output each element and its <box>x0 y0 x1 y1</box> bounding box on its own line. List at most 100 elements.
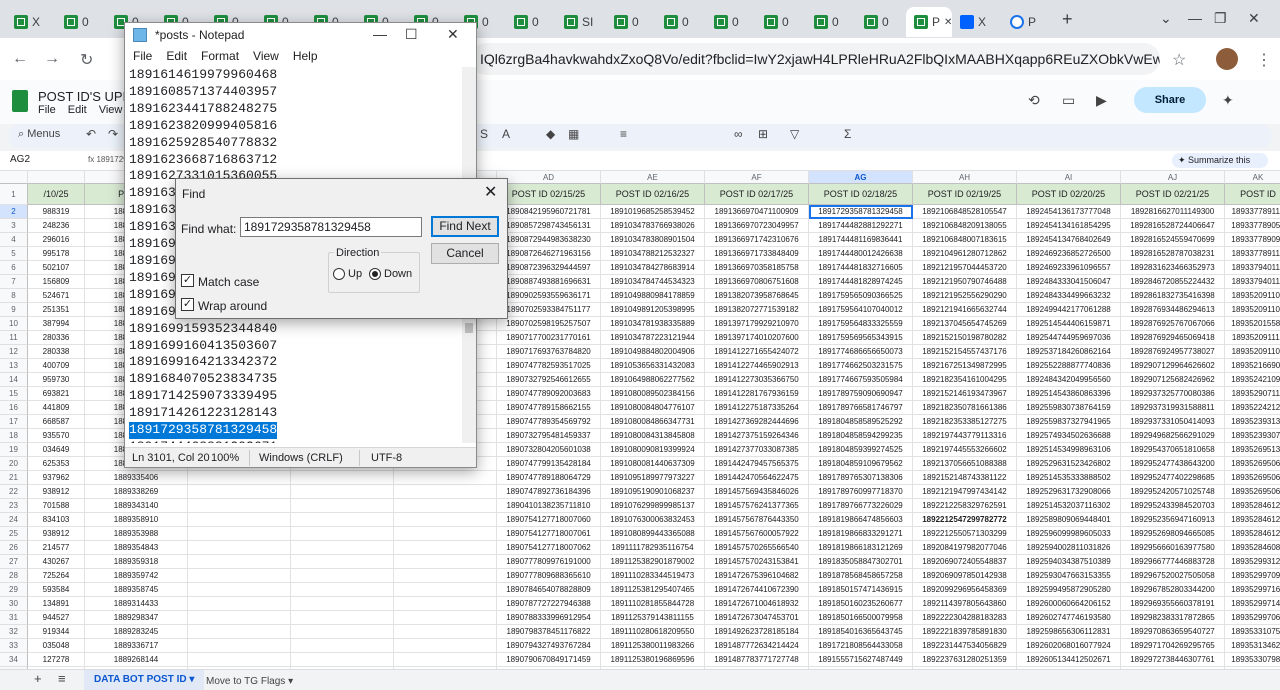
table-cell[interactable]: 1890777809688365610 <box>497 569 601 583</box>
row-header[interactable]: 32 <box>0 625 28 639</box>
row-header[interactable]: 8 <box>0 289 28 303</box>
table-cell[interactable]: 1891472671004618932 <box>705 597 809 611</box>
table-cell[interactable]: 1891397174010207600 <box>705 331 809 345</box>
table-cell[interactable]: 127278 <box>28 653 85 667</box>
table-cell[interactable]: 1891789766773226029 <box>809 499 913 513</box>
table-cell[interactable]: 1892937319931588811 <box>1121 401 1225 415</box>
table-cell[interactable]: 1892593047663153355 <box>1017 569 1121 583</box>
table-cell[interactable]: 248236 <box>28 219 85 233</box>
table-cell[interactable]: 1892982383317872865 <box>1121 611 1225 625</box>
table-cell[interactable]: 1892499442177061288 <box>1017 303 1121 317</box>
browser-tab[interactable]: 0 <box>506 7 556 37</box>
table-cell[interactable]: 937962 <box>28 471 85 485</box>
table-cell[interactable]: 1892152154557437176 <box>913 345 1017 359</box>
table-cell[interactable]: 189352846087 <box>1225 541 1280 555</box>
table-cell[interactable] <box>394 527 497 541</box>
table-cell[interactable]: 1889338269 <box>85 485 188 499</box>
table-cell[interactable]: 189352695065 <box>1225 457 1280 471</box>
table-cell[interactable]: 1889359318 <box>85 555 188 569</box>
table-cell[interactable]: 1892537184260862164 <box>1017 345 1121 359</box>
table-cell[interactable]: 1892876925767067066 <box>1121 317 1225 331</box>
table-cell[interactable]: 524671 <box>28 289 85 303</box>
table-cell[interactable]: 1891366970723049957 <box>705 219 809 233</box>
table-cell[interactable]: 1891744481832716605 <box>809 261 913 275</box>
table-cell[interactable] <box>291 597 394 611</box>
table-cell[interactable]: 1890717693763784820 <box>497 345 601 359</box>
table-cell[interactable]: 1891457569435846026 <box>705 485 809 499</box>
table-cell[interactable]: 935570 <box>28 429 85 443</box>
table-cell[interactable]: 1892152150198780282 <box>913 331 1017 345</box>
table-cell[interactable]: 034649 <box>28 443 85 457</box>
table-cell[interactable]: 189352242121 <box>1225 401 1280 415</box>
table-cell[interactable]: 1891080084804776107 <box>601 401 705 415</box>
column-header[interactable]: AE <box>601 171 705 184</box>
table-cell[interactable]: 1891789759090690947 <box>809 387 913 401</box>
column-header[interactable]: AK <box>1225 171 1280 184</box>
row-header[interactable]: 25 <box>0 527 28 541</box>
table-cell[interactable]: 1892182350781661386 <box>913 401 1017 415</box>
browser-tab[interactable]: P <box>1002 7 1052 37</box>
functions-icon[interactable]: Σ <box>844 127 851 141</box>
table-cell[interactable]: 1891850157471436915 <box>809 583 913 597</box>
table-cell[interactable]: 1892454136173777048 <box>1017 205 1121 219</box>
table-cell[interactable]: 400709 <box>28 359 85 373</box>
row-header[interactable]: 31 <box>0 611 28 625</box>
table-cell[interactable]: 134891 <box>28 597 85 611</box>
table-cell[interactable]: 189352695066 <box>1225 485 1280 499</box>
notepad-menu-format[interactable]: Format <box>201 49 239 67</box>
table-cell[interactable]: 1890754127718007062 <box>497 541 601 555</box>
header-cell[interactable]: POST ID 02/17/25 <box>705 184 809 205</box>
table-cell[interactable]: 189337940118 <box>1225 261 1280 275</box>
row-header[interactable]: 6 <box>0 261 28 275</box>
row-header[interactable]: 3 <box>0 219 28 233</box>
row-header[interactable]: 30 <box>0 597 28 611</box>
table-cell[interactable]: 189352993129 <box>1225 555 1280 569</box>
table-cell[interactable]: 1892237631280251359 <box>913 653 1017 667</box>
table-cell[interactable]: 156809 <box>28 275 85 289</box>
table-cell[interactable]: 1891744481828974245 <box>809 275 913 289</box>
cancel-button[interactable]: Cancel <box>431 243 499 264</box>
table-cell[interactable]: 1891366970358185758 <box>705 261 809 275</box>
table-cell[interactable]: 593584 <box>28 583 85 597</box>
table-cell[interactable]: 1891412274465902913 <box>705 359 809 373</box>
notepad-menu-file[interactable]: File <box>133 49 152 67</box>
table-cell[interactable]: 1890872396329444597 <box>497 261 601 275</box>
table-cell[interactable]: 1892952698094665085 <box>1121 527 1225 541</box>
table-cell[interactable]: 1890887493881696631 <box>497 275 601 289</box>
table-cell[interactable]: 1892121950790746488 <box>913 275 1017 289</box>
table-cell[interactable]: 189352997091 <box>1225 569 1280 583</box>
row-header[interactable]: 12 <box>0 345 28 359</box>
table-cell[interactable]: 1892106848528105547 <box>913 205 1017 219</box>
table-cell[interactable]: 1892514534998963106 <box>1017 443 1121 457</box>
table-cell[interactable] <box>291 583 394 597</box>
table-cell[interactable]: 1891049880984178859 <box>601 289 705 303</box>
table-cell[interactable]: 1890872944983638230 <box>497 233 601 247</box>
table-cell[interactable]: 625353 <box>28 457 85 471</box>
header-cell[interactable]: POST ID 02/19/25 <box>913 184 1017 205</box>
table-cell[interactable] <box>188 527 291 541</box>
chevron-down-icon[interactable]: ⌄ <box>1160 10 1172 27</box>
share-button[interactable]: Share <box>1134 87 1206 113</box>
table-cell[interactable]: 1891080090819399924 <box>601 443 705 457</box>
table-cell[interactable]: 189352091107 <box>1225 345 1280 359</box>
table-cell[interactable]: 1892469233961096557 <box>1017 261 1121 275</box>
table-cell[interactable]: 1891878568458657258 <box>809 569 913 583</box>
table-cell[interactable]: 1891472674410672390 <box>705 583 809 597</box>
table-cell[interactable]: 1892069072405548837 <box>913 555 1017 569</box>
table-cell[interactable]: 1892454134161854295 <box>1017 219 1121 233</box>
table-cell[interactable]: 1892197445553266602 <box>913 443 1017 457</box>
column-header[interactable]: AH <box>913 171 1017 184</box>
table-cell[interactable]: 189337940118 <box>1225 275 1280 289</box>
table-cell[interactable]: 693821 <box>28 387 85 401</box>
table-cell[interactable]: 1892552288877740836 <box>1017 359 1121 373</box>
table-cell[interactable]: 1891427377033087385 <box>705 443 809 457</box>
table-cell[interactable]: 1891472675396104682 <box>705 569 809 583</box>
table-cell[interactable] <box>394 611 497 625</box>
back-icon[interactable]: ← <box>12 50 28 68</box>
table-cell[interactable] <box>188 569 291 583</box>
table-cell[interactable] <box>188 471 291 485</box>
table-cell[interactable]: 1891487783771727748 <box>705 653 809 667</box>
table-cell[interactable]: 1891076299899985137 <box>601 499 705 513</box>
table-cell[interactable]: 1891472673047453701 <box>705 611 809 625</box>
table-cell[interactable]: 1891457567600057922 <box>705 527 809 541</box>
